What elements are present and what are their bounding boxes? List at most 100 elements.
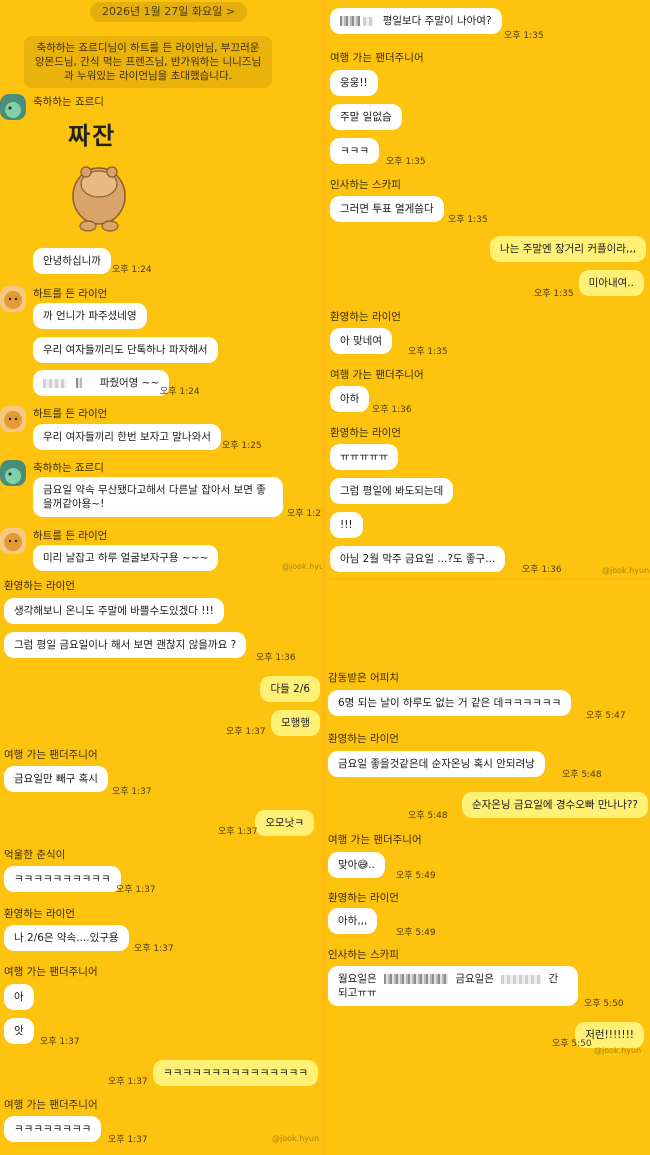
message-bubble[interactable]: 파줬어영 ~~ bbox=[33, 370, 170, 396]
message-bubble[interactable]: 금요일 약속 무산됐다고해서 다른날 잡아서 보면 좋을꺼같아용~! bbox=[33, 477, 283, 517]
message-bubble[interactable]: 그럼 평일 금요일이나 해서 보면 괜찮지 않을까요 ? bbox=[4, 632, 247, 658]
sender-name: 인사하는 스카피 bbox=[330, 179, 401, 191]
sender-name: 환영하는 라이언 bbox=[330, 311, 401, 323]
message-time: 오후 1:37 bbox=[226, 727, 266, 737]
message-bubble[interactable]: ㅋㅋㅋㅋㅋㅋㅋㅋ bbox=[4, 1116, 102, 1142]
message-time: 오후 1:35 bbox=[534, 289, 574, 299]
sticker-caption: 짜잔 bbox=[68, 122, 117, 150]
message-bubble[interactable]: 앗 bbox=[4, 1018, 34, 1044]
message-bubble[interactable]: 그럼 평일에 봐도되는데 bbox=[330, 478, 454, 504]
message-time: 오후 1:37 bbox=[108, 1135, 148, 1145]
message-time: 오후 1:37 bbox=[218, 827, 258, 837]
sender-name: 여행 가는 팬더주니어 bbox=[4, 749, 98, 761]
message-bubble[interactable]: ㅠㅠㅠㅠㅠ bbox=[330, 444, 399, 470]
message-bubble[interactable]: 그러면 투표 열게씀다 bbox=[330, 196, 444, 222]
avatar-ryan-heart[interactable] bbox=[0, 406, 26, 432]
avatar-jordy[interactable] bbox=[0, 460, 26, 486]
my-message-bubble[interactable]: 미아내여.. bbox=[578, 270, 644, 296]
my-message-bubble[interactable]: ㅋㅋㅋㅋㅋㅋㅋㅋㅋㅋㅋㅋㅋㅋㅋ bbox=[153, 1060, 318, 1086]
message-bubble[interactable]: 아하 bbox=[330, 386, 370, 412]
left-chat-screenshot: 2026년 1월 27일 화요일 > 축하하는 죠르디님이 하트를 든 라이언님… bbox=[0, 0, 322, 1155]
message-time: 오후 1:35 bbox=[408, 347, 448, 357]
message-time: 오후 5:49 bbox=[396, 871, 436, 881]
sender-name: 환영하는 라이언 bbox=[328, 892, 399, 904]
message-bubble[interactable]: 주말 일없슴 bbox=[330, 104, 402, 130]
avatar-jordy[interactable] bbox=[0, 94, 26, 120]
message-bubble[interactable]: 맞아😅.. bbox=[328, 852, 385, 878]
message-bubble[interactable]: 우리 여자들끼리도 단톡하나 파자해서 bbox=[33, 337, 218, 363]
message-bubble[interactable]: 아 맞네여 bbox=[330, 328, 392, 354]
message-text: 월요일은 bbox=[338, 973, 377, 985]
message-bubble[interactable]: 6명 되는 날이 하루도 없는 거 같은 데ㅋㅋㅋㅋㅋㅋ bbox=[328, 690, 572, 716]
sender-name: 하트를 든 라이언 bbox=[33, 288, 108, 300]
ryan-avatar-icon bbox=[4, 533, 22, 551]
my-message-bubble[interactable]: 나는 주말엔 장거리 커플이라,,, bbox=[490, 236, 646, 262]
message-text: 금요일은 bbox=[455, 973, 494, 985]
sender-name: 하트를 든 라이언 bbox=[33, 408, 108, 420]
message-bubble[interactable]: 평일보다 주말이 나아여? bbox=[330, 8, 502, 34]
message-bubble[interactable]: 아 bbox=[4, 984, 34, 1010]
sender-name: 환영하는 라이언 bbox=[4, 908, 75, 920]
watermark: @jook.hyun bbox=[602, 566, 650, 575]
message-bubble[interactable]: 월요일은 금요일은 간 되고ㅠㅠ bbox=[328, 966, 578, 1006]
message-time: 오후 1:24 bbox=[112, 265, 152, 275]
sender-name: 하트를 든 라이언 bbox=[33, 530, 108, 542]
message-bubble[interactable]: 아님 2월 막주 금요일 ...?도 좋구... bbox=[330, 546, 506, 572]
my-message-bubble[interactable]: 오모낫ㅋ bbox=[255, 810, 314, 836]
right-bottom-chat-screenshot: 감동받은 어피치 6명 되는 날이 하루도 없는 거 같은 데ㅋㅋㅋㅋㅋㅋ 오후… bbox=[326, 580, 650, 1155]
sender-name: 여행 가는 팬더주니어 bbox=[4, 966, 98, 978]
right-top-chat-screenshot: 평일보다 주말이 나아여? 오후 1:35 여행 가는 팬더주니어 웅웅!! 주… bbox=[326, 0, 650, 578]
message-time: 오후 5:47 bbox=[586, 711, 626, 721]
message-bubble[interactable]: 금요일만 빼구 혹시 bbox=[4, 766, 108, 792]
watermark: @jook.hyun bbox=[282, 562, 322, 571]
message-time: 오후 1:36 bbox=[372, 405, 412, 415]
message-text: 되고ㅠㅠ bbox=[338, 987, 377, 999]
message-time: 오후 5:50 bbox=[584, 999, 624, 1009]
avatar-ryan-heart[interactable] bbox=[0, 528, 26, 554]
message-text: 파줬어영 ~~ bbox=[99, 377, 160, 389]
my-message-bubble[interactable]: 순자온닝 금요일에 경수오빠 만나나?? bbox=[461, 792, 648, 818]
message-time: 오후 5:49 bbox=[396, 928, 436, 938]
sender-name: 환영하는 라이언 bbox=[330, 427, 401, 439]
message-bubble[interactable]: 아하,,, bbox=[328, 908, 378, 934]
jordy-avatar-icon bbox=[5, 102, 21, 118]
message-text: 평일보다 주말이 나아여? bbox=[382, 15, 492, 27]
message-time: 오후 1:35 bbox=[448, 215, 488, 225]
message-time: 오후 1:37 bbox=[134, 944, 174, 954]
message-time: 오후 5:48 bbox=[562, 770, 602, 780]
message-bubble[interactable]: ㅋㅋㅋ bbox=[330, 138, 379, 164]
avatar-ryan-heart[interactable] bbox=[0, 286, 26, 312]
message-bubble[interactable]: 나 2/6은 약속....있구용 bbox=[4, 925, 129, 951]
system-invite-notice: 축하하는 죠르디님이 하트를 든 라이언님, 부끄러운 앙몬드님, 간식 먹는 … bbox=[24, 36, 272, 88]
watermark: @jook.hyun bbox=[272, 1134, 320, 1143]
sender-name: 환영하는 라이언 bbox=[4, 580, 75, 592]
sender-name: 여행 가는 팬더주니어 bbox=[330, 369, 424, 381]
message-bubble[interactable]: 금요일 좋을것같은데 순자온닝 혹시 안되려낭 bbox=[328, 751, 545, 777]
message-bubble[interactable]: 우리 여자들끼리 한번 보자고 말나와서 bbox=[33, 424, 221, 450]
message-text: 간 bbox=[548, 973, 559, 985]
sender-name: 억울한 춘식이 bbox=[4, 849, 66, 861]
message-bubble[interactable]: !!! bbox=[330, 512, 363, 538]
message-bubble[interactable]: 생각해보니 온니도 주말에 바쁠수도있겠다 !!! bbox=[4, 598, 224, 624]
my-message-bubble[interactable]: 다들 2/6 bbox=[260, 676, 320, 702]
redacted-text bbox=[501, 974, 542, 984]
message-time: 오후 1:37 bbox=[112, 787, 152, 797]
redacted-name bbox=[43, 378, 67, 388]
message-time: 오후 1:37 bbox=[40, 1037, 80, 1047]
jordy-avatar-icon bbox=[5, 468, 21, 484]
bear-sticker-icon bbox=[72, 166, 126, 232]
watermark: @jook.hyun bbox=[594, 1046, 642, 1055]
message-time: 오후 1:35 bbox=[386, 157, 426, 167]
message-time: 오후 1:37 bbox=[116, 885, 156, 895]
date-divider: 2026년 1월 27일 화요일 > bbox=[90, 2, 247, 22]
message-time: 오후 1:36 bbox=[522, 565, 562, 575]
sender-name: 여행 가는 팬더주니어 bbox=[4, 1099, 98, 1111]
message-bubble[interactable]: 까 언니가 파주셨네영 bbox=[33, 303, 147, 329]
message-bubble[interactable]: 웅웅!! bbox=[330, 70, 378, 96]
message-bubble[interactable]: ㅋㅋㅋㅋㅋㅋㅋㅋㅋㅋ bbox=[4, 866, 121, 892]
my-message-bubble[interactable]: 모행행 bbox=[271, 710, 320, 736]
message-bubble[interactable]: 안녕하십니까 bbox=[33, 248, 111, 274]
message-bubble[interactable]: 미리 날잡고 하루 얼굴보자구용 ~~~ bbox=[33, 545, 219, 571]
redacted-text bbox=[383, 974, 448, 984]
message-time: 오후 1:25 bbox=[222, 441, 262, 451]
